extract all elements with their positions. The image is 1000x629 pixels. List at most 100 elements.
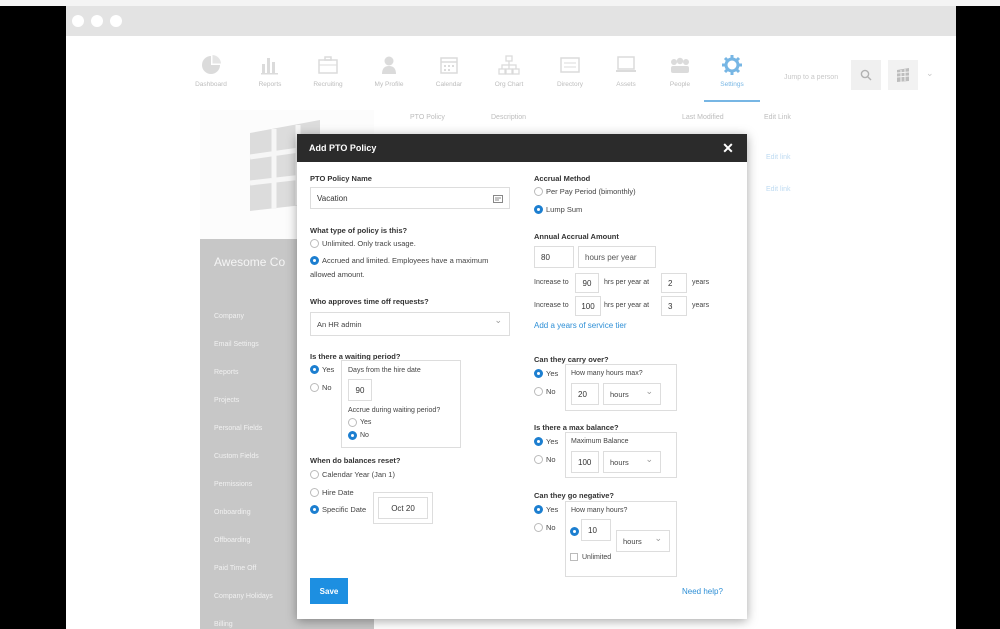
negative-unit-value: hours <box>623 536 642 546</box>
type-accrued-label: Accrued and limited. Employees have a ma… <box>322 256 489 265</box>
negative-hours-value: 10 <box>588 525 597 535</box>
carry-unit-select[interactable]: hours <box>603 383 661 405</box>
window-dot-maximize[interactable] <box>110 15 122 27</box>
unlimited-checkbox[interactable] <box>570 553 578 561</box>
type-unlimited-option[interactable]: Unlimited. Only track usage. <box>310 239 416 248</box>
waiting-period-box: Days from the hire date 90 Accrue during… <box>341 360 461 448</box>
policy-name-value: Vacation <box>317 193 348 203</box>
approver-question: Who approves time off requests? <box>310 297 429 306</box>
carry-hours-label: How many hours max? <box>571 370 643 377</box>
radio-carry-no[interactable] <box>534 387 543 396</box>
negative-no-label: No <box>546 523 556 532</box>
reset-calendar-option[interactable]: Calendar Year (Jan 1) <box>310 470 395 479</box>
increase-years-input-2[interactable]: 3 <box>661 296 687 316</box>
increase-years-value-2: 3 <box>668 301 673 311</box>
radio-accrue-yes[interactable] <box>348 418 357 427</box>
negative-box: How many hours? 10 hours Unlimited <box>565 501 677 577</box>
maxbal-no-option[interactable]: No <box>534 455 556 464</box>
maxbal-yes-label: Yes <box>546 437 559 446</box>
radio-reset-specific[interactable] <box>310 505 319 514</box>
accrual-lump-option[interactable]: Lump Sum <box>534 205 582 214</box>
add-pto-policy-dialog: Add PTO Policy ✕ PTO Policy Name Vacatio… <box>297 134 747 619</box>
annual-accrual-input[interactable]: 80 <box>534 246 574 268</box>
years-label-1: years <box>692 279 710 286</box>
days-input[interactable]: 90 <box>348 379 372 401</box>
days-label: Days from the hire date <box>348 367 421 374</box>
radio-accrued[interactable] <box>310 256 319 265</box>
type-accrued-label-cont: allowed amount. <box>310 270 365 279</box>
reset-date-value: Oct 20 <box>391 503 415 513</box>
need-help-link[interactable]: Need help? <box>682 587 723 596</box>
window-titlebar <box>66 6 956 36</box>
waiting-yes-option[interactable]: Yes <box>310 365 334 374</box>
radio-maxbal-no[interactable] <box>534 455 543 464</box>
carry-yes-option[interactable]: Yes <box>534 369 558 378</box>
increase-label-1: Increase to <box>534 279 569 286</box>
policy-name-input[interactable]: Vacation <box>310 187 510 209</box>
radio-accrue-no[interactable] <box>348 431 357 440</box>
radio-waiting-no[interactable] <box>310 383 319 392</box>
years-label-2: years <box>692 302 710 309</box>
increase-label-2: Increase to <box>534 302 569 309</box>
maxbal-yes-option[interactable]: Yes <box>534 437 558 446</box>
reset-calendar-label: Calendar Year (Jan 1) <box>322 470 395 479</box>
max-balance-unit-select[interactable]: hours <box>603 451 661 473</box>
type-unlimited-label: Unlimited. Only track usage. <box>322 239 416 248</box>
waiting-no-label: No <box>322 383 332 392</box>
carry-hours-input[interactable]: 20 <box>571 383 599 405</box>
radio-waiting-yes[interactable] <box>310 365 319 374</box>
negative-hours-input[interactable]: 10 <box>581 519 611 541</box>
reset-specific-option[interactable]: Specific Date <box>310 505 366 514</box>
carry-over-question: Can they carry over? <box>534 355 609 364</box>
close-icon[interactable]: ✕ <box>719 139 737 157</box>
radio-accrual-lump[interactable] <box>534 205 543 214</box>
reset-question: When do balances reset? <box>310 456 401 465</box>
max-balance-value: 100 <box>578 457 592 467</box>
save-button[interactable]: Save <box>310 578 348 604</box>
carry-no-option[interactable]: No <box>534 387 556 396</box>
annual-unit: hours per year <box>578 246 656 268</box>
increase-years-input-1[interactable]: 2 <box>661 273 687 293</box>
max-balance-label: Maximum Balance <box>571 438 629 445</box>
accrue-yes-option[interactable]: Yes <box>348 418 371 427</box>
negative-unit-select[interactable]: hours <box>616 530 670 552</box>
radio-negative-hours[interactable] <box>570 527 579 536</box>
increase-hours-input-2[interactable]: 100 <box>575 296 601 316</box>
annual-unit-label: hours per year <box>585 252 637 262</box>
negative-no-option[interactable]: No <box>534 523 556 532</box>
radio-negative-yes[interactable] <box>534 505 543 514</box>
reset-specific-label: Specific Date <box>322 505 367 514</box>
annual-accrual-question: Annual Accrual Amount <box>534 232 619 241</box>
max-balance-unit-value: hours <box>610 457 629 467</box>
carry-unit-value: hours <box>610 389 629 399</box>
accrue-no-option[interactable]: No <box>348 431 369 440</box>
window-dot-minimize[interactable] <box>91 15 103 27</box>
dialog-title: Add PTO Policy <box>309 143 377 153</box>
approver-select[interactable]: An HR admin <box>310 312 510 336</box>
window-dot-close[interactable] <box>72 15 84 27</box>
radio-maxbal-yes[interactable] <box>534 437 543 446</box>
radio-carry-yes[interactable] <box>534 369 543 378</box>
negative-unlimited-option[interactable]: Unlimited <box>570 553 611 561</box>
radio-unlimited[interactable] <box>310 239 319 248</box>
accrue-waiting-question: Accrue during waiting period? <box>348 407 441 414</box>
waiting-no-option[interactable]: No <box>310 383 332 392</box>
add-tier-link[interactable]: Add a years of service tier <box>534 321 626 330</box>
increase-hours-value-2: 100 <box>581 301 595 311</box>
negative-yes-option[interactable]: Yes <box>534 505 558 514</box>
radio-negative-no[interactable] <box>534 523 543 532</box>
increase-hours-input-1[interactable]: 90 <box>575 273 599 293</box>
radio-reset-hire[interactable] <box>310 488 319 497</box>
reset-hire-option[interactable]: Hire Date <box>310 488 354 497</box>
radio-reset-calendar[interactable] <box>310 470 319 479</box>
negative-yes-label: Yes <box>546 505 559 514</box>
policy-name-label: PTO Policy Name <box>310 174 372 183</box>
accrual-per-pay-option[interactable]: Per Pay Period (bimonthly) <box>534 187 636 196</box>
policy-type-question: What type of policy is this? <box>310 226 408 235</box>
type-accrued-option[interactable]: Accrued and limited. Employees have a ma… <box>310 256 488 265</box>
max-balance-input[interactable]: 100 <box>571 451 599 473</box>
accrue-yes-label: Yes <box>360 419 372 426</box>
reset-date-input[interactable]: Oct 20 <box>378 497 428 519</box>
negative-question: Can they go negative? <box>534 491 615 500</box>
radio-accrual-per-pay[interactable] <box>534 187 543 196</box>
